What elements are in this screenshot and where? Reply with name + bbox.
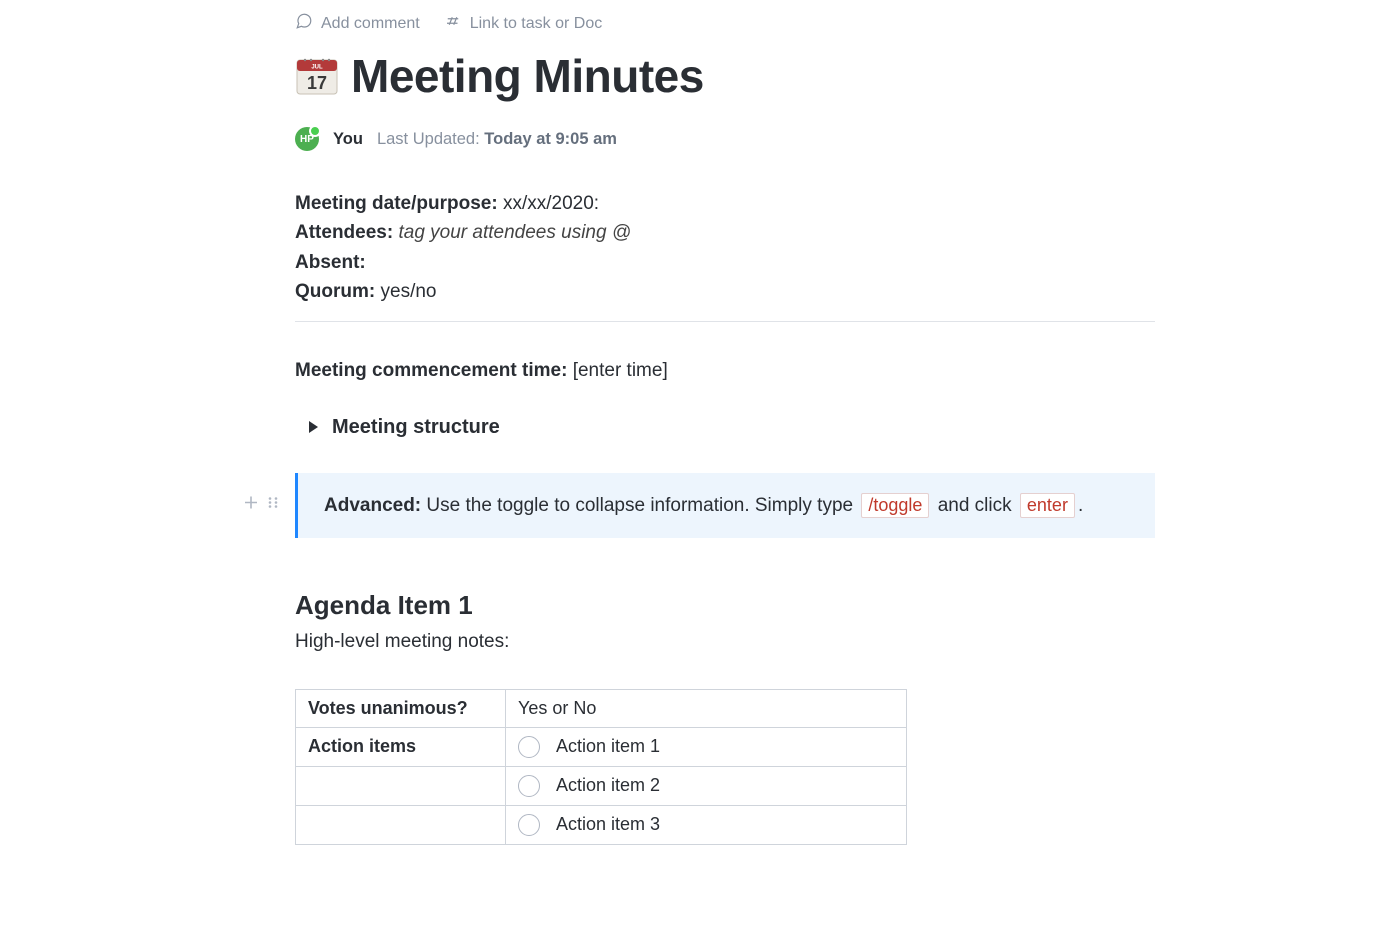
svg-text:17: 17: [307, 73, 327, 93]
action-item-text[interactable]: Action item 3: [556, 814, 660, 835]
meta-date[interactable]: Meeting date/purpose: xx/xx/2020:: [295, 189, 1155, 218]
last-updated: Last Updated: Today at 9:05 am: [377, 130, 617, 149]
votes-value-cell[interactable]: Yes or No: [506, 689, 907, 727]
author-name: You: [333, 130, 363, 149]
top-actions-bar: Add comment Link to task or Doc: [295, 12, 1155, 35]
divider: [295, 321, 1155, 322]
svg-text:JUL: JUL: [311, 65, 323, 71]
callout-content[interactable]: Advanced: Use the toggle to collapse inf…: [295, 473, 1155, 538]
votes-label-cell[interactable]: Votes unanimous?: [296, 689, 506, 727]
meeting-meta[interactable]: Meeting date/purpose: xx/xx/2020: Attend…: [295, 189, 1155, 307]
add-comment-button[interactable]: Add comment: [295, 12, 420, 35]
agenda-subtext[interactable]: High-level meeting notes:: [295, 631, 1155, 653]
code-chip-toggle: /toggle: [861, 493, 929, 518]
agenda-heading[interactable]: Agenda Item 1: [295, 590, 1155, 621]
actions-label-cell[interactable]: Action items: [296, 727, 506, 766]
action-item-text[interactable]: Action item 2: [556, 775, 660, 796]
action-item-cell[interactable]: Action item 2: [506, 766, 907, 805]
calendar-emoji-icon[interactable]: JUL 17: [295, 54, 339, 98]
meta-absent[interactable]: Absent:: [295, 248, 1155, 277]
comment-icon: [295, 12, 313, 35]
actions-label-empty[interactable]: [296, 766, 506, 805]
meeting-structure-toggle[interactable]: Meeting structure: [309, 416, 1155, 439]
toggle-collapsed-icon: [309, 421, 318, 433]
add-block-icon[interactable]: [243, 495, 259, 516]
commencement-time[interactable]: Meeting commencement time: [enter time]: [295, 360, 1155, 382]
action-item-cell[interactable]: Action item 3: [506, 805, 907, 844]
table-row: Action items Action item 1: [296, 727, 907, 766]
doc-title[interactable]: Meeting Minutes: [351, 49, 704, 103]
doc-title-row: JUL 17 Meeting Minutes: [295, 49, 1155, 103]
drag-handle-icon[interactable]: [265, 495, 281, 516]
byline: HP You Last Updated: Today at 9:05 am: [295, 127, 1155, 151]
checkbox-icon[interactable]: [518, 736, 540, 758]
table-row: Action item 2: [296, 766, 907, 805]
add-comment-label: Add comment: [321, 15, 420, 33]
meta-quorum[interactable]: Quorum: yes/no: [295, 277, 1155, 306]
action-item-cell[interactable]: Action item 1: [506, 727, 907, 766]
checkbox-icon[interactable]: [518, 775, 540, 797]
table-row: Action item 3: [296, 805, 907, 844]
callout-block[interactable]: Advanced: Use the toggle to collapse inf…: [295, 473, 1155, 538]
block-gutter: [243, 495, 281, 516]
link-icon: [444, 12, 462, 35]
code-chip-enter: enter: [1020, 493, 1075, 518]
checkbox-icon[interactable]: [518, 814, 540, 836]
action-item-text[interactable]: Action item 1: [556, 736, 660, 757]
table-row: Votes unanimous? Yes or No: [296, 689, 907, 727]
author-avatar[interactable]: HP: [295, 127, 319, 151]
link-task-label: Link to task or Doc: [470, 15, 603, 33]
agenda-table[interactable]: Votes unanimous? Yes or No Action items …: [295, 689, 907, 845]
meta-attendees[interactable]: Attendees: tag your attendees using @: [295, 218, 1155, 247]
actions-label-empty[interactable]: [296, 805, 506, 844]
toggle-label: Meeting structure: [332, 416, 500, 439]
link-task-button[interactable]: Link to task or Doc: [444, 12, 603, 35]
